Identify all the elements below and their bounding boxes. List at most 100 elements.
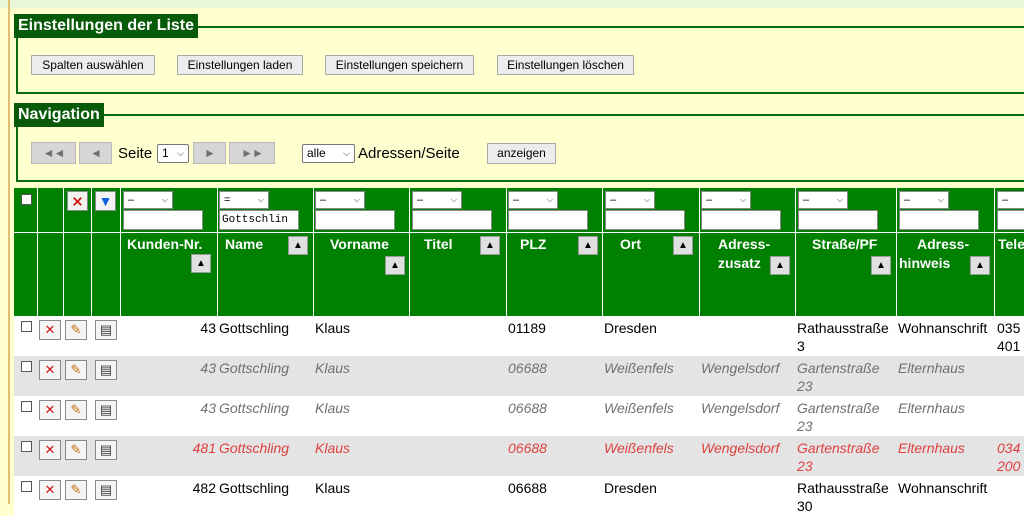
sort-up-icon[interactable]: ▲ <box>578 236 598 255</box>
delete-icon[interactable]: ✕ <box>39 480 61 500</box>
sort-up-icon[interactable]: ▲ <box>770 256 790 275</box>
filter-op-titel[interactable]: – ⌵ <box>412 191 462 209</box>
col-header-strasse[interactable]: Straße/PF <box>812 235 877 254</box>
sort-up-icon[interactable]: ▲ <box>673 236 693 255</box>
filter-op-name[interactable]: = ⌵ <box>219 191 269 209</box>
cell-ort: Weißenfels <box>604 360 674 376</box>
first-page-button[interactable]: ◄◄ <box>31 142 76 164</box>
cell-ort: Dresden <box>604 480 657 496</box>
row-checkbox[interactable] <box>21 401 32 412</box>
cell-plz: 06688 <box>508 360 547 376</box>
table-row: ✕ ✎ ▤ 43 Gottschling Klaus 06688 Weißenfels Weng… <box>14 396 1024 436</box>
row-checkbox[interactable] <box>21 441 32 452</box>
select-all-checkbox[interactable] <box>21 194 32 205</box>
filter-input-vorname[interactable] <box>315 210 395 230</box>
filter-input-hinweis[interactable] <box>899 210 979 230</box>
edit-icon[interactable]: ✎ <box>65 400 87 420</box>
chevron-down-icon: ⌵ <box>177 148 184 158</box>
cell-kunden-nr: 43 <box>200 400 216 416</box>
cell-hinweis: Wohnanschrift <box>898 480 988 496</box>
filter-input-ort[interactable] <box>605 210 685 230</box>
filter-op-vorname[interactable]: – ⌵ <box>315 191 365 209</box>
col-header-titel[interactable]: Titel <box>424 235 453 254</box>
save-settings-button[interactable]: Einstellungen speichern <box>325 55 474 75</box>
filter-op-value: – <box>513 194 520 206</box>
load-settings-button[interactable]: Einstellungen laden <box>177 55 303 75</box>
row-checkbox[interactable] <box>21 321 32 332</box>
col-header-kunden-nr[interactable]: Kunden-Nr. <box>127 235 202 254</box>
cell-ort: Dresden <box>604 320 657 336</box>
sort-up-icon[interactable]: ▲ <box>288 236 308 255</box>
cell-hausnummer: 23 <box>797 418 813 434</box>
cell-kunden-nr: 43 <box>200 320 216 336</box>
filter-icon[interactable]: ▼ <box>95 191 116 211</box>
col-header-plz[interactable]: PLZ <box>520 235 546 254</box>
filter-op-value: – <box>803 194 810 206</box>
prev-page-button[interactable]: ◄ <box>79 142 112 164</box>
show-button[interactable]: anzeigen <box>487 143 556 164</box>
sort-up-icon[interactable]: ▲ <box>191 254 211 273</box>
cell-ort: Weißenfels <box>604 440 674 456</box>
cell-adresszusatz: Wengelsdorf <box>701 400 780 416</box>
details-icon[interactable]: ▤ <box>95 480 117 500</box>
delete-icon[interactable]: ✕ <box>39 440 61 460</box>
edit-icon[interactable]: ✎ <box>65 480 87 500</box>
col-header-telefon[interactable]: Tele <box>998 235 1024 254</box>
col-header-ort[interactable]: Ort <box>620 235 641 254</box>
chevron-down-icon: ⌵ <box>937 195 944 204</box>
delete-icon[interactable]: ✕ <box>39 360 61 380</box>
filter-op-strasse[interactable]: – ⌵ <box>798 191 848 209</box>
filter-input-plz[interactable] <box>508 210 588 230</box>
next-page-button[interactable]: ► <box>193 142 226 164</box>
chevron-down-icon: ⌵ <box>343 148 350 158</box>
filter-clear-icon[interactable]: ⨯ <box>67 191 88 211</box>
edit-icon[interactable]: ✎ <box>65 360 87 380</box>
filter-op-hinweis[interactable]: – ⌵ <box>899 191 949 209</box>
details-icon[interactable]: ▤ <box>95 320 117 340</box>
sort-up-icon[interactable]: ▲ <box>385 256 405 275</box>
list-settings-legend: Einstellungen der Liste <box>14 14 199 38</box>
delete-icon[interactable]: ✕ <box>39 400 61 420</box>
row-checkbox[interactable] <box>21 481 32 492</box>
col-header-hinweis[interactable]: Adress- <box>917 235 969 254</box>
filter-input-name[interactable]: Gottschlin <box>219 210 299 230</box>
col-header-adresszusatz[interactable]: Adress- <box>718 235 770 254</box>
col-header-vorname[interactable]: Vorname <box>330 235 389 254</box>
cell-hausnummer: 3 <box>797 338 805 354</box>
chevron-down-icon: ⌵ <box>450 195 457 204</box>
navigation-legend: Navigation <box>14 103 104 127</box>
per-page-select[interactable]: alle ⌵ <box>302 144 355 163</box>
filter-input-titel[interactable] <box>412 210 492 230</box>
filter-input-telefon[interactable] <box>997 210 1024 230</box>
details-icon[interactable]: ▤ <box>95 400 117 420</box>
sort-up-icon[interactable]: ▲ <box>970 256 990 275</box>
col-divider <box>699 188 700 316</box>
details-icon[interactable]: ▤ <box>95 360 117 380</box>
delete-settings-button[interactable]: Einstellungen löschen <box>497 55 634 75</box>
filter-op-ort[interactable]: – ⌵ <box>605 191 655 209</box>
col-header-name[interactable]: Name <box>225 235 263 254</box>
chevron-down-icon: ⌵ <box>161 195 168 204</box>
cell-strasse: Gartenstraße <box>797 400 880 416</box>
page-select[interactable]: 1 ⌵ <box>157 144 189 163</box>
filter-input-strasse[interactable] <box>798 210 878 230</box>
sort-up-icon[interactable]: ▲ <box>480 236 500 255</box>
col-divider <box>91 188 92 316</box>
cell-kunden-nr: 43 <box>200 360 216 376</box>
filter-op-adresszusatz[interactable]: – ⌵ <box>701 191 751 209</box>
select-columns-button[interactable]: Spalten auswählen <box>31 55 155 75</box>
filter-input-kunden-nr[interactable] <box>123 210 203 230</box>
edit-icon[interactable]: ✎ <box>65 440 87 460</box>
row-checkbox[interactable] <box>21 361 32 372</box>
cell-hinweis: Wohnanschrift <box>898 320 988 336</box>
last-page-button[interactable]: ►► <box>229 142 275 164</box>
details-icon[interactable]: ▤ <box>95 440 117 460</box>
filter-op-kunden-nr[interactable]: – ⌵ <box>123 191 173 209</box>
edit-icon[interactable]: ✎ <box>65 320 87 340</box>
filter-input-adresszusatz[interactable] <box>701 210 781 230</box>
delete-icon[interactable]: ✕ <box>39 320 61 340</box>
col-divider <box>37 188 38 316</box>
filter-op-plz[interactable]: – ⌵ <box>508 191 558 209</box>
sort-up-icon[interactable]: ▲ <box>871 256 891 275</box>
filter-op-telefon[interactable]: – <box>997 191 1024 209</box>
